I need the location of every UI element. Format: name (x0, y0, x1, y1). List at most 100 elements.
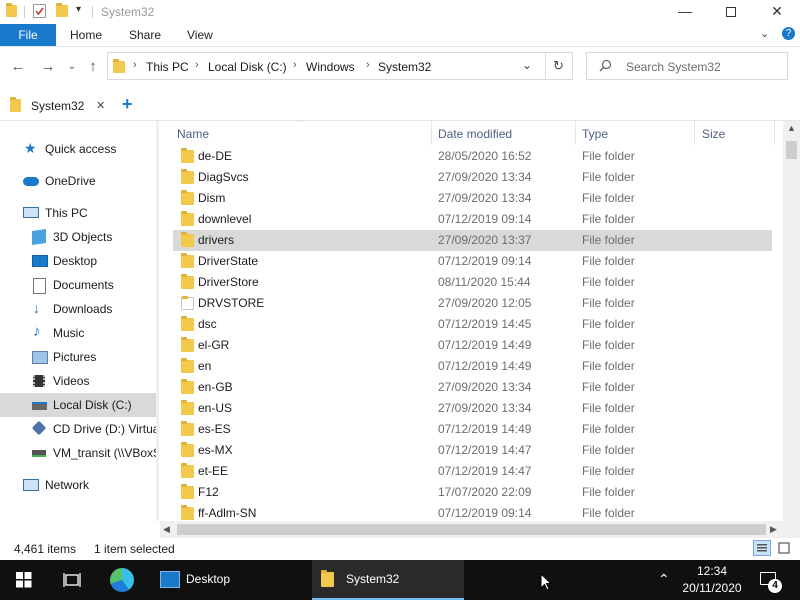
chevron-right-icon[interactable]: › (195, 59, 199, 71)
breadcrumb-windows[interactable]: Windows (306, 60, 355, 74)
file-row[interactable]: en-GB 27/09/2020 13:34 File folder (173, 377, 772, 398)
file-row[interactable]: DriverStore 08/11/2020 15:44 File folder (173, 272, 772, 293)
nav-network[interactable]: Network (0, 473, 156, 497)
file-row[interactable]: et-EE 07/12/2019 14:47 File folder (173, 461, 772, 482)
chevron-right-icon[interactable]: › (293, 59, 297, 71)
chevron-right-icon[interactable]: › (133, 59, 137, 71)
nav-music[interactable]: ♪ Music (0, 321, 156, 345)
breadcrumb-system32[interactable]: System32 (378, 60, 431, 74)
file-row[interactable]: el-GR 07/12/2019 14:49 File folder (173, 335, 772, 356)
folder-icon (181, 148, 194, 163)
task-view-button[interactable] (50, 560, 94, 600)
tab-share[interactable]: Share (123, 24, 167, 46)
file-row[interactable]: dsc 07/12/2019 14:45 File folder (173, 314, 772, 335)
file-row[interactable]: downlevel 07/12/2019 09:14 File folder (173, 209, 772, 230)
recent-locations-button[interactable]: ⌄ (62, 57, 82, 77)
maximize-button[interactable] (708, 0, 754, 24)
new-tab-button[interactable]: + (122, 94, 133, 115)
breadcrumb-this-pc[interactable]: This PC (146, 60, 189, 74)
nav-desktop[interactable]: Desktop (0, 249, 156, 273)
nav-local-disk[interactable]: Local Disk (C:) (0, 393, 156, 417)
file-row[interactable]: F12 17/07/2020 22:09 File folder (173, 482, 772, 503)
selection-count: 1 item selected (94, 542, 175, 556)
file-row[interactable]: DRVSTORE 27/09/2020 12:05 File folder (173, 293, 772, 314)
nav-cd-drive[interactable]: CD Drive (D:) Virtua (0, 417, 156, 441)
scroll-up-arrow[interactable]: ▲ (787, 123, 796, 133)
folder-icon (181, 421, 194, 436)
breadcrumb-local-disk[interactable]: Local Disk (C:) (208, 60, 287, 74)
chevron-up-icon: ⌃ (658, 571, 670, 587)
scroll-left-arrow[interactable]: ◀ (163, 524, 170, 535)
address-history-dropdown[interactable]: ⌄ (522, 58, 532, 72)
expand-ribbon-icon[interactable]: ⌄ (760, 27, 769, 40)
file-row[interactable]: Dism 27/09/2020 13:34 File folder (173, 188, 772, 209)
start-button[interactable] (0, 560, 48, 600)
nav-vm-transit[interactable]: VM_transit (\\VBoxS (0, 441, 156, 465)
help-icon[interactable]: ? (782, 27, 795, 40)
properties-icon[interactable] (33, 4, 46, 18)
column-divider[interactable] (575, 121, 576, 145)
column-header-size[interactable]: Size (702, 125, 725, 145)
file-row[interactable]: en-US 27/09/2020 13:34 File folder (173, 398, 772, 419)
file-row[interactable]: es-MX 07/12/2019 14:47 File folder (173, 440, 772, 461)
nav-this-pc[interactable]: This PC (0, 201, 156, 225)
show-hidden-icons-button[interactable]: ⌃ (650, 560, 678, 600)
file-row[interactable]: DriverState 07/12/2019 09:14 File folder (173, 251, 772, 272)
column-header-name[interactable]: Name (177, 125, 209, 145)
search-input[interactable]: Search System32 (626, 60, 721, 74)
minimize-button[interactable]: — (662, 0, 708, 24)
forward-button[interactable]: → (38, 57, 58, 77)
vertical-scrollbar-thumb[interactable] (786, 141, 797, 159)
nav-onedrive[interactable]: OneDrive (0, 169, 156, 193)
file-row[interactable]: es-ES 07/12/2019 14:49 File folder (173, 419, 772, 440)
folder-icon (181, 379, 194, 394)
clock[interactable]: 12:34 20/11/2020 (680, 560, 750, 600)
chevron-right-icon[interactable]: › (366, 59, 370, 71)
tab-system32[interactable]: System32 ✕ (0, 90, 118, 120)
address-bar[interactable]: › This PC › Local Disk (C:) › Windows › … (107, 52, 573, 80)
navigation-pane: ★ Quick access OneDrive This PC 3D Objec… (0, 121, 160, 521)
column-divider[interactable] (774, 121, 775, 145)
search-box[interactable]: Search System32 (586, 52, 788, 80)
customize-toolbar-icon[interactable]: ▾ (76, 4, 81, 15)
file-row[interactable]: DiagSvcs 27/09/2020 13:34 File folder (173, 167, 772, 188)
action-center-button[interactable]: 4 (752, 560, 792, 600)
new-folder-icon[interactable] (56, 3, 68, 20)
nav-documents[interactable]: Documents (0, 273, 156, 297)
scroll-right-arrow[interactable]: ▶ (770, 524, 777, 535)
column-divider[interactable] (694, 121, 695, 145)
nav-quick-access[interactable]: ★ Quick access (0, 137, 156, 161)
close-button[interactable]: ✕ (754, 0, 800, 24)
tab-home[interactable]: Home (64, 24, 108, 46)
taskbar-app-system32[interactable]: System32 (312, 560, 464, 600)
column-header-type[interactable]: Type (582, 125, 608, 145)
up-button[interactable]: ↑ (83, 57, 103, 77)
nav-pictures[interactable]: Pictures (0, 345, 156, 369)
close-tab-icon[interactable]: ✕ (96, 99, 105, 112)
navigation-pane-scrollbar[interactable] (156, 121, 159, 521)
nav-videos[interactable]: Videos (0, 369, 156, 393)
column-divider[interactable] (431, 121, 432, 145)
drive-icon (32, 402, 47, 410)
folder-icon (181, 169, 194, 184)
tab-file[interactable]: File (0, 24, 56, 46)
vertical-scrollbar[interactable]: ▲ (783, 121, 800, 521)
document-icon (33, 278, 46, 294)
edge-browser-button[interactable] (100, 560, 144, 600)
nav-downloads[interactable]: ↓ Downloads (0, 297, 156, 321)
download-icon: ↓ (33, 300, 40, 316)
nav-3d-objects[interactable]: 3D Objects (0, 225, 156, 249)
tab-view[interactable]: View (181, 24, 219, 46)
large-icons-view-button[interactable] (776, 540, 792, 556)
details-view-button[interactable] (753, 540, 771, 556)
taskbar-app-desktop[interactable]: Desktop (152, 560, 304, 600)
file-row[interactable]: de-DE 28/05/2020 16:52 File folder (173, 146, 772, 167)
file-row[interactable]: en 07/12/2019 14:49 File folder (173, 356, 772, 377)
file-row[interactable]: ff-Adlm-SN 07/12/2019 09:14 File folder (173, 503, 772, 521)
mouse-cursor (540, 572, 553, 594)
column-header-date[interactable]: Date modified (438, 125, 512, 145)
back-button[interactable]: ← (8, 57, 28, 77)
horizontal-scrollbar-thumb[interactable] (177, 524, 766, 535)
refresh-icon[interactable]: ↻ (553, 58, 564, 74)
file-row-selected[interactable]: drivers 27/09/2020 13:37 File folder (173, 230, 772, 251)
